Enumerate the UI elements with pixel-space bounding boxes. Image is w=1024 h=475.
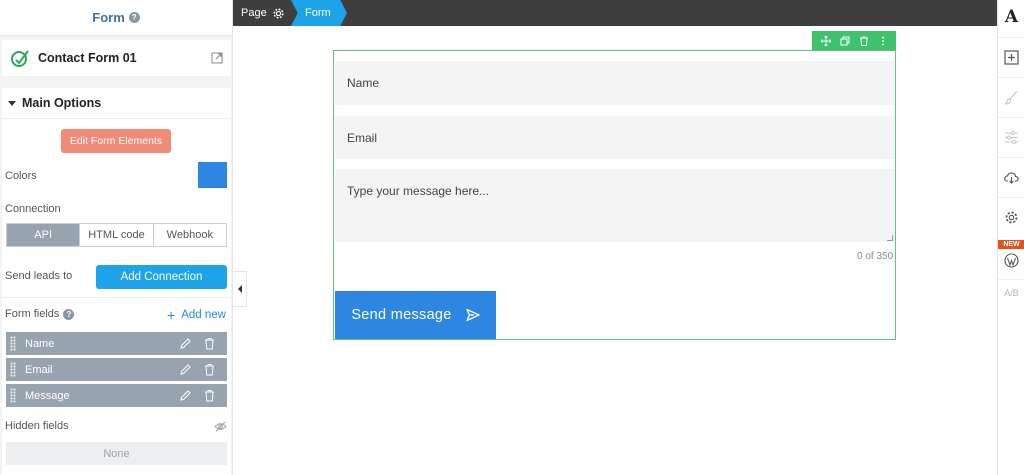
connection-tab-api[interactable]: API (7, 224, 81, 246)
main-options-card: Main Options Edit Form Elements Colors C… (2, 88, 231, 475)
form-fields-label: Form fields (5, 308, 60, 320)
form-fields-label-wrap: Form fields ? (5, 308, 75, 320)
external-link-icon[interactable] (211, 52, 223, 64)
trash-icon[interactable] (859, 36, 869, 46)
divider (998, 77, 1024, 78)
breadcrumb-form[interactable]: Form (291, 0, 347, 26)
send-leads-label: Send leads to (5, 270, 73, 282)
add-connection-button[interactable]: Add Connection (96, 265, 227, 289)
new-badge: NEW (998, 240, 1024, 249)
resize-handle-icon[interactable] (887, 235, 893, 241)
move-icon[interactable] (820, 35, 831, 46)
top-bar: Page Form (233, 0, 997, 26)
help-icon[interactable]: ? (128, 12, 140, 23)
field-label: Email (25, 363, 53, 376)
form-logo-icon (11, 50, 29, 67)
panel-header: Form ? (0, 0, 232, 36)
duplicate-icon[interactable] (840, 36, 850, 46)
breadcrumb-page[interactable]: Page (241, 0, 285, 26)
trash-icon[interactable] (203, 363, 216, 376)
hidden-fields-label: Hidden fields (5, 420, 69, 432)
message-textarea[interactable]: Type your message here... (335, 169, 894, 242)
color-swatch[interactable] (198, 162, 227, 188)
drag-handle-icon[interactable] (10, 388, 16, 403)
divider (998, 117, 1024, 118)
app-logo-text: A (1004, 7, 1019, 27)
wordpress-button[interactable] (998, 250, 1024, 270)
ab-test-icon[interactable]: A/B (998, 288, 1024, 298)
element-toolbar (812, 31, 896, 50)
panel-title: Form (92, 10, 125, 25)
collapse-panel-toggle[interactable] (233, 271, 247, 307)
add-new-field-button[interactable]: + Add new (167, 307, 226, 323)
pencil-icon[interactable] (179, 337, 192, 350)
hidden-fields-none: None (6, 442, 227, 465)
breadcrumb-page-label: Page (241, 7, 267, 19)
plus-icon: + (167, 307, 176, 323)
add-element-button[interactable] (998, 46, 1024, 68)
field-row-name[interactable]: Name (6, 332, 227, 355)
section-title: Main Options (22, 96, 102, 110)
send-message-button[interactable]: Send message (335, 291, 496, 339)
settings-sliders-button[interactable] (998, 126, 1024, 148)
left-panel: Form ? Contact Form 01 Main Options Edit… (0, 0, 233, 475)
eye-off-icon[interactable] (214, 420, 227, 433)
name-placeholder: Name (347, 76, 380, 90)
drag-handle-icon[interactable] (10, 362, 16, 377)
character-counter: 0 of 350 (857, 251, 894, 262)
plus-square-icon (1004, 49, 1019, 65)
edit-form-elements-button[interactable]: Edit Form Elements (61, 129, 171, 153)
pencil-icon[interactable] (179, 363, 192, 376)
settings-button[interactable] (998, 206, 1024, 228)
divider (998, 197, 1024, 198)
right-sidebar: A NEW A/B (997, 0, 1024, 475)
send-message-label: Send message (351, 307, 452, 323)
trash-icon[interactable] (203, 389, 216, 402)
wordpress-icon (1004, 252, 1019, 268)
breadcrumb-form-label: Form (305, 7, 331, 19)
caret-left-icon (237, 285, 242, 293)
field-label: Message (25, 389, 70, 402)
cloud-templates-button[interactable] (998, 166, 1024, 188)
sliders-icon (1005, 130, 1018, 144)
trash-icon[interactable] (203, 337, 216, 350)
divider (998, 279, 1024, 280)
field-label: Name (25, 337, 55, 350)
caret-down-icon (8, 100, 16, 106)
field-row-message[interactable]: Message (6, 384, 227, 407)
style-button[interactable] (998, 86, 1024, 108)
message-placeholder: Type your message here... (347, 184, 490, 198)
cloud-download-icon (1004, 171, 1019, 184)
brush-icon (1004, 90, 1018, 105)
form-name: Contact Form 01 (38, 51, 137, 65)
connection-tab-html[interactable]: HTML code (80, 224, 154, 246)
pencil-icon[interactable] (179, 389, 192, 402)
name-input[interactable]: Name (335, 61, 894, 105)
app-logo: A (998, 6, 1024, 28)
email-placeholder: Email (347, 130, 378, 145)
send-arrow-icon (465, 308, 480, 322)
divider (2, 297, 231, 298)
drag-handle-icon[interactable] (10, 336, 16, 351)
more-vertical-icon[interactable] (878, 36, 888, 46)
colors-label: Colors (5, 170, 37, 182)
divider (998, 157, 1024, 158)
connection-label: Connection (5, 203, 61, 215)
connection-tab-webhook[interactable]: Webhook (154, 224, 226, 246)
gear-icon[interactable] (272, 7, 285, 20)
connection-tabs: API HTML code Webhook (6, 223, 227, 247)
divider (998, 37, 1024, 38)
field-row-email[interactable]: Email (6, 358, 227, 381)
email-input[interactable]: Email (335, 116, 894, 159)
form-name-card: Contact Form 01 (2, 40, 231, 76)
gear-icon (1005, 211, 1018, 223)
form-fields-help-icon[interactable]: ? (63, 308, 75, 320)
add-new-label: Add new (181, 309, 226, 321)
main-options-header[interactable]: Main Options (2, 88, 231, 119)
